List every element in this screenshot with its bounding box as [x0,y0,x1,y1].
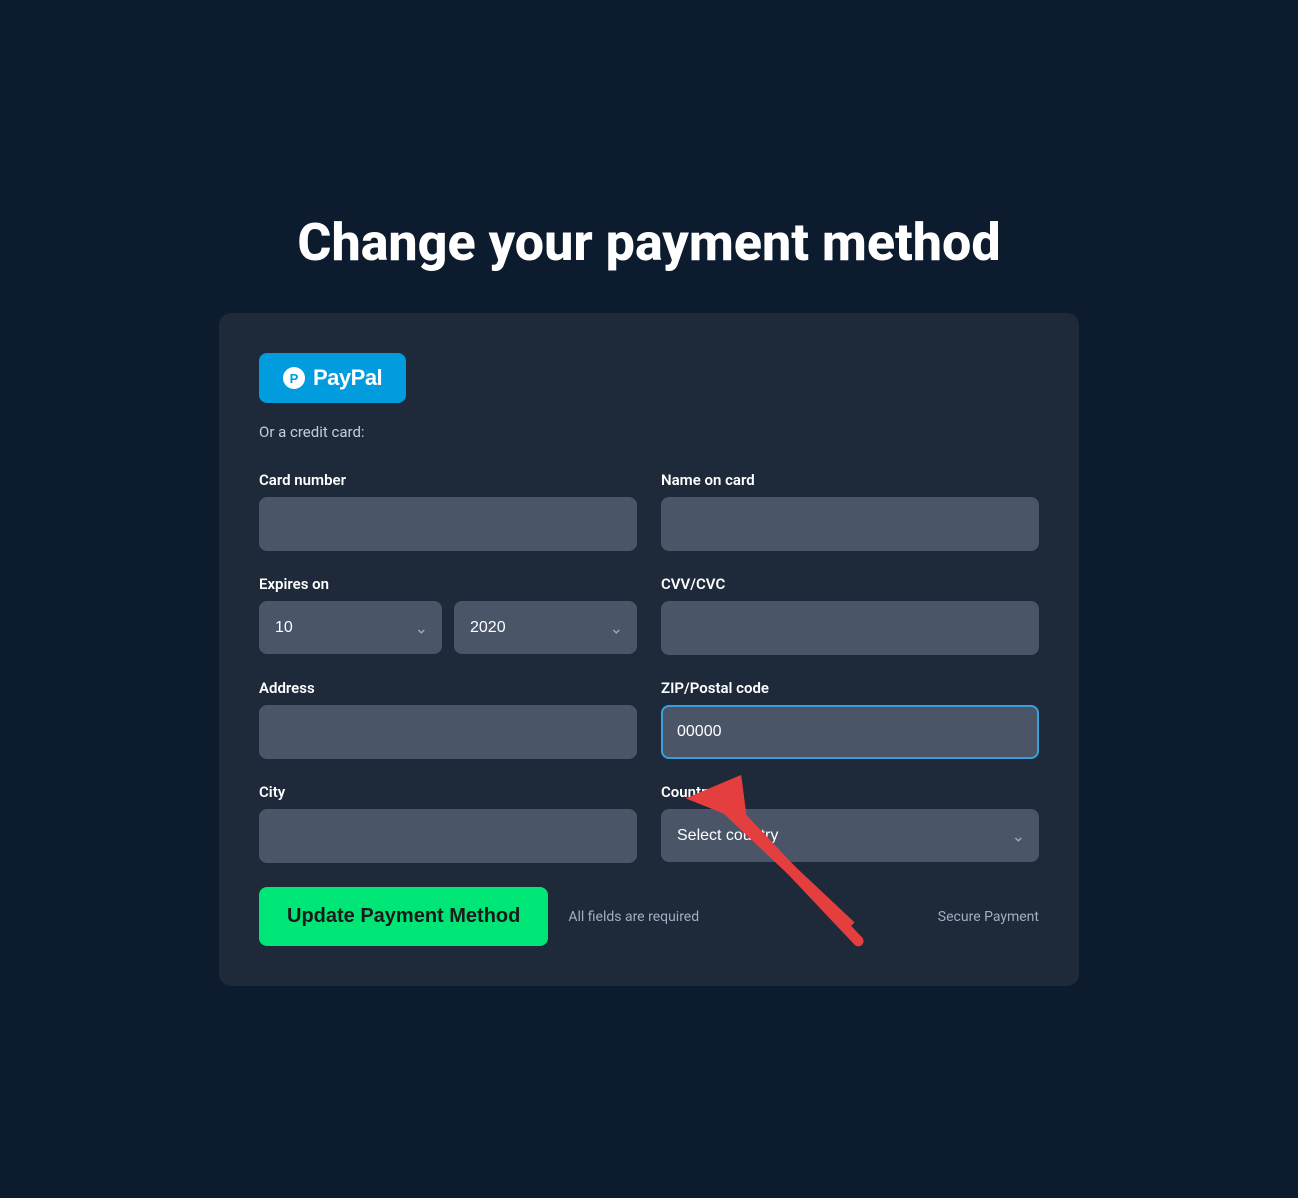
address-label: Address [259,679,637,697]
name-on-card-group: Name on card [661,471,1039,551]
card-number-group: Card number [259,471,637,551]
card-number-input[interactable] [259,497,637,551]
country-group: Country Select country United States Can… [661,783,1039,863]
paypal-p-icon: P [283,367,305,389]
expires-label: Expires on [259,575,637,593]
city-input[interactable] [259,809,637,863]
cvv-group: CVV/CVC [661,575,1039,655]
zip-input[interactable] [661,705,1039,759]
expires-group: Expires on 10 ⌄ 2020 ⌄ [259,575,637,655]
paypal-logo-text: PayPal [313,365,382,391]
expires-selects: 10 ⌄ 2020 ⌄ [259,601,637,654]
address-input[interactable] [259,705,637,759]
country-select[interactable]: Select country United States Canada Unit… [661,809,1039,862]
country-label: Country [661,783,1039,801]
page-title: Change your payment method [297,212,1000,273]
payment-form-card: P PayPal Or a credit card: Card number N… [219,313,1079,986]
name-on-card-label: Name on card [661,471,1039,489]
year-select[interactable]: 2020 [454,601,637,654]
or-credit-card-label: Or a credit card: [259,423,1039,441]
city-group: City [259,783,637,863]
month-select-wrapper: 10 ⌄ [259,601,442,654]
required-text: All fields are required [568,909,699,925]
update-payment-button[interactable]: Update Payment Method [259,887,548,946]
cvv-input[interactable] [661,601,1039,655]
name-on-card-input[interactable] [661,497,1039,551]
cvv-label: CVV/CVC [661,575,1039,593]
expires-cvv-row: Expires on 10 ⌄ 2020 ⌄ CVV/CVC [259,575,1039,655]
card-number-label: Card number [259,471,637,489]
city-label: City [259,783,637,801]
paypal-button[interactable]: P PayPal [259,353,406,403]
year-select-wrapper: 2020 ⌄ [454,601,637,654]
secure-payment-text: Secure Payment [938,909,1039,925]
country-select-wrapper: Select country United States Canada Unit… [661,809,1039,862]
card-name-row: Card number Name on card [259,471,1039,551]
address-zip-row: Address ZIP/Postal code [259,679,1039,759]
zip-group: ZIP/Postal code [661,679,1039,759]
city-country-row: City Country Select country United State… [259,783,1039,863]
address-group: Address [259,679,637,759]
month-select[interactable]: 10 [259,601,442,654]
footer-row: Update Payment Method All fields are req… [259,887,1039,946]
zip-label: ZIP/Postal code [661,679,1039,697]
